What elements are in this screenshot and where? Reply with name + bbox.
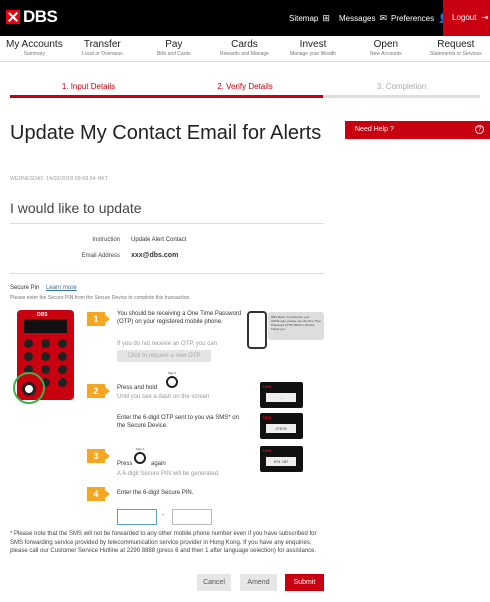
- device-key: [41, 352, 50, 361]
- nav-my-accounts[interactable]: My Accounts Summary: [6, 39, 63, 57]
- cancel-button[interactable]: Cancel: [197, 574, 231, 591]
- sitemap-icon: ⊞: [322, 13, 330, 23]
- timestamp: WEDNESDAY, 14/02/2018 09:08:54 HKT: [10, 176, 109, 182]
- step-number-4: 4: [87, 487, 110, 501]
- mini-device-otp: DBS 2?6?5: [260, 413, 303, 439]
- step-number-3: 3: [87, 449, 110, 463]
- step3-subtext: A 6-digit Secure PIN will be generated.: [117, 471, 220, 477]
- pin-separator: -: [162, 512, 165, 519]
- step-bar: [323, 95, 480, 98]
- nav-invest[interactable]: Invest Manage your Wealth: [290, 39, 336, 57]
- email-value: xxx@dbs.com: [131, 252, 179, 259]
- device-key: [58, 378, 67, 387]
- mini-device-dash: DBS -: [260, 382, 303, 408]
- step4-text: Enter the 6-digit Secure PIN.: [117, 490, 194, 496]
- step2-text2: Enter the 6-digit OTP sent to you via SM…: [117, 415, 239, 429]
- amend-button[interactable]: Amend: [240, 574, 277, 591]
- secure-pin-input-2[interactable]: [172, 509, 212, 525]
- device-screen: [24, 319, 67, 333]
- mini-device-pin: DBS 9?4 ?8?: [260, 446, 303, 472]
- step2-subtext: Until you see a dash on the screen: [117, 394, 210, 400]
- sign-key-icon: [166, 376, 178, 388]
- phone-icon: [247, 311, 267, 349]
- progress-steps: 1. Input Details 2. Verify Details 3. Co…: [10, 80, 480, 98]
- device-key: [41, 339, 50, 348]
- nav-request[interactable]: Request Statements or Services: [430, 39, 482, 57]
- divider: [10, 273, 324, 274]
- preferences-link[interactable]: Preferences 👤: [391, 13, 449, 24]
- logout-icon: ⇥: [481, 13, 489, 22]
- dbs-logo[interactable]: DBS: [6, 7, 58, 27]
- sitemap-link[interactable]: Sitemap ⊞: [289, 13, 330, 24]
- nav-open[interactable]: Open New Accounts: [370, 39, 402, 57]
- step-completion: 3. Completion: [323, 80, 480, 98]
- nav-transfer[interactable]: Transfer Local or Overseas: [82, 39, 123, 57]
- submit-button[interactable]: Submit: [285, 574, 324, 591]
- nav-cards[interactable]: Cards Rewards and Manage: [220, 39, 269, 57]
- sign-label: Sign 1: [168, 371, 177, 375]
- step3-press: Press: [117, 461, 133, 467]
- question-circle-icon: ?: [475, 125, 484, 134]
- device-key: [58, 339, 67, 348]
- instruction-label: Instruction: [92, 237, 120, 243]
- page-title: Update My Contact Email for Alerts: [10, 122, 322, 144]
- sign-label: Sign 1: [136, 447, 145, 451]
- highlight-ring: [13, 372, 45, 404]
- secure-pin-label: Secure Pin Learn more: [10, 285, 77, 291]
- step1-text: You should be receiving a One Time Passw…: [117, 311, 242, 325]
- device-key: [58, 352, 67, 361]
- device-key: [24, 339, 33, 348]
- step-number-1: 1: [87, 312, 110, 326]
- secure-pin-description: Please enter the Secure PIN from the Sec…: [10, 295, 191, 301]
- logout-button[interactable]: Logout ⇥: [443, 0, 490, 36]
- messages-link[interactable]: Messages ✉: [339, 13, 387, 24]
- top-bar: DBS Sitemap ⊞ Messages ✉ Preferences 👤 L…: [0, 0, 490, 36]
- email-label: Email Address: [81, 253, 120, 259]
- sms-note: * Please note that the SMS will not be f…: [10, 531, 317, 554]
- step-number-2: 2: [87, 384, 110, 398]
- step1-subtext: If you do not receive an OTP, you can: [117, 341, 217, 347]
- step-bar: [167, 95, 323, 98]
- step-input-details: 1. Input Details: [10, 80, 167, 98]
- need-help-button[interactable]: Need Help ? ?: [345, 121, 490, 139]
- request-otp-button[interactable]: Click to request a new OTP: [117, 350, 211, 362]
- device-key: [24, 352, 33, 361]
- device-key: [41, 365, 50, 374]
- section-subtitle: I would like to update: [10, 200, 142, 216]
- envelope-icon: ✉: [379, 13, 388, 23]
- step3-again: again: [151, 461, 166, 467]
- nav-pay[interactable]: Pay Bills and Cards: [157, 39, 191, 57]
- step2-text: Press and hold: [117, 385, 158, 391]
- step-bar: [10, 95, 167, 98]
- sms-message: DBS Bank: To authorize your ePIN/Login, …: [268, 312, 324, 340]
- divider: [10, 223, 324, 224]
- device-key: [58, 365, 67, 374]
- dbs-star-icon: [6, 10, 20, 24]
- learn-more-link[interactable]: Learn more: [46, 285, 77, 291]
- step-verify-details: 2. Verify Details: [167, 80, 323, 98]
- secure-pin-input-1[interactable]: [117, 509, 157, 525]
- sign-key-icon: [134, 452, 146, 464]
- main-nav: My Accounts Summary Transfer Local or Ov…: [0, 36, 490, 62]
- instruction-value: Update Alert Contact: [131, 237, 187, 243]
